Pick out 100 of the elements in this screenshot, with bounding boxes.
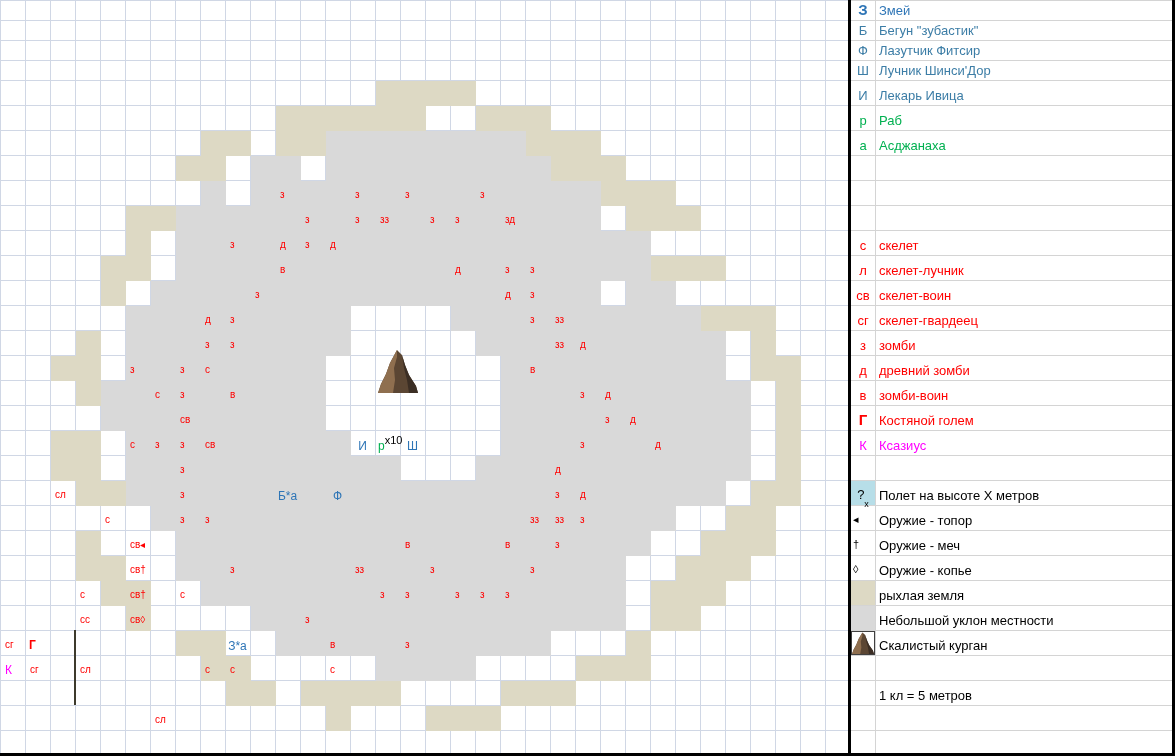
unit-label: з — [505, 589, 510, 601]
unit-label: р — [378, 439, 385, 453]
unit-label: св◊ — [130, 614, 146, 626]
unit-label: в — [405, 539, 411, 551]
legend-symbol: д — [859, 363, 867, 378]
legend-symbol: сг — [857, 313, 869, 328]
unit-label: З*а — [228, 639, 247, 653]
legend-label: Ксазиус — [879, 438, 927, 453]
unit-label: Ш — [407, 439, 418, 453]
unit-label: И — [358, 439, 367, 453]
unit-label: з — [480, 189, 485, 201]
legend-label: скелет-лучник — [879, 263, 964, 278]
unit-label: св† — [130, 589, 146, 601]
unit-label: з — [130, 364, 135, 376]
unit-label: з — [230, 564, 235, 576]
legend-label: древний зомби — [879, 363, 970, 378]
legend-symbol: св — [856, 288, 870, 303]
unit-label: сг — [5, 639, 14, 651]
legend-label: зомби — [879, 338, 916, 353]
unit-label: з — [555, 539, 560, 551]
rock-mound-icon — [851, 631, 875, 655]
legend-symbol: И — [858, 88, 868, 103]
unit-label: д — [280, 239, 286, 251]
unit-label: з — [180, 439, 185, 451]
unit-label: с — [330, 664, 335, 676]
unit-label: з — [230, 339, 235, 351]
unit-label: зд — [505, 214, 516, 226]
unit-label: К — [5, 663, 12, 677]
unit-label: з — [355, 189, 360, 201]
unit-label: д — [655, 439, 661, 451]
unit-label: з — [580, 389, 585, 401]
unit-label: з — [280, 189, 285, 201]
unit-label: з — [530, 314, 535, 326]
legend-label: Оружие - топор — [879, 513, 973, 528]
legend-label: Бегун "зубастик" — [879, 23, 979, 38]
unit-label: сл — [80, 664, 91, 676]
unit-label: д — [455, 264, 461, 276]
unit-label: д — [605, 389, 611, 401]
legend-label: скелет-воин — [879, 288, 952, 303]
legend-symbol: † — [853, 538, 860, 551]
unit-label: з — [230, 239, 235, 251]
unit-label: з — [180, 489, 185, 501]
unit-label: з — [405, 639, 410, 651]
legend-symbol: л — [859, 263, 867, 278]
legend-label: Полет на высоте X метров — [879, 488, 1040, 503]
legend-symbol: с — [859, 238, 867, 253]
unit-label: сл — [155, 714, 166, 726]
legend-symbol: З — [858, 1, 868, 18]
unit-label: св† — [130, 564, 146, 576]
unit-label: з — [580, 439, 585, 451]
unit-label: Г — [29, 638, 36, 652]
unit-label: с — [130, 439, 135, 451]
unit-label: з — [305, 214, 310, 226]
unit-label: з — [430, 564, 435, 576]
unit-label: зз — [555, 314, 565, 326]
unit-label: з — [405, 189, 410, 201]
unit-label: Ф — [332, 489, 343, 503]
legend-symbol: К — [859, 438, 867, 453]
legend-symbol: ◂ — [853, 513, 859, 526]
unit-label: д — [630, 414, 636, 426]
unit-label: з — [180, 514, 185, 526]
legend-symbol: з — [860, 338, 866, 353]
unit-label: з — [455, 214, 460, 226]
unit-label: з — [180, 389, 185, 401]
legend-symbol: Ф — [858, 43, 868, 58]
unit-label: зз — [555, 339, 565, 351]
unit-label: з — [605, 414, 610, 426]
unit-label: з — [305, 614, 310, 626]
legend-symbol: р — [859, 113, 867, 128]
unit-label: з — [305, 239, 310, 251]
legend-label: Оружие - меч — [879, 538, 961, 553]
unit-label: с — [205, 364, 210, 376]
unit-label: св — [180, 414, 191, 426]
unit-label: з — [255, 289, 260, 301]
unit-label: з — [180, 364, 185, 376]
rock-mound-icon — [378, 350, 418, 393]
legend-label: скелет — [879, 238, 919, 253]
unit-label: с — [155, 389, 160, 401]
legend-symbol: а — [859, 138, 867, 153]
unit-label: д — [330, 239, 336, 251]
count-label: x10 — [384, 435, 403, 446]
legend-label: рыхлая земля — [879, 588, 965, 603]
legend-label: Лазутчик Фитсир — [879, 43, 981, 58]
unit-label: з — [455, 589, 460, 601]
unit-label: з — [530, 564, 535, 576]
unit-label: в — [280, 264, 286, 276]
unit-label: д — [205, 314, 211, 326]
unit-label: в — [530, 364, 536, 376]
unit-label: з — [555, 489, 560, 501]
legend-symbol: Ш — [857, 63, 869, 78]
unit-label: д — [555, 464, 561, 476]
legend-label: Лучник Шинси'Дор — [879, 63, 991, 78]
legend-label: Раб — [879, 113, 902, 128]
unit-label: св◂ — [130, 539, 146, 551]
legend-label: скелет-гвардеец — [879, 313, 978, 328]
unit-label: зз — [355, 564, 365, 576]
unit-label: з — [230, 314, 235, 326]
unit-label: з — [405, 589, 410, 601]
unit-label: д — [505, 289, 511, 301]
legend-label: Небольшой уклон местности — [879, 613, 1054, 628]
